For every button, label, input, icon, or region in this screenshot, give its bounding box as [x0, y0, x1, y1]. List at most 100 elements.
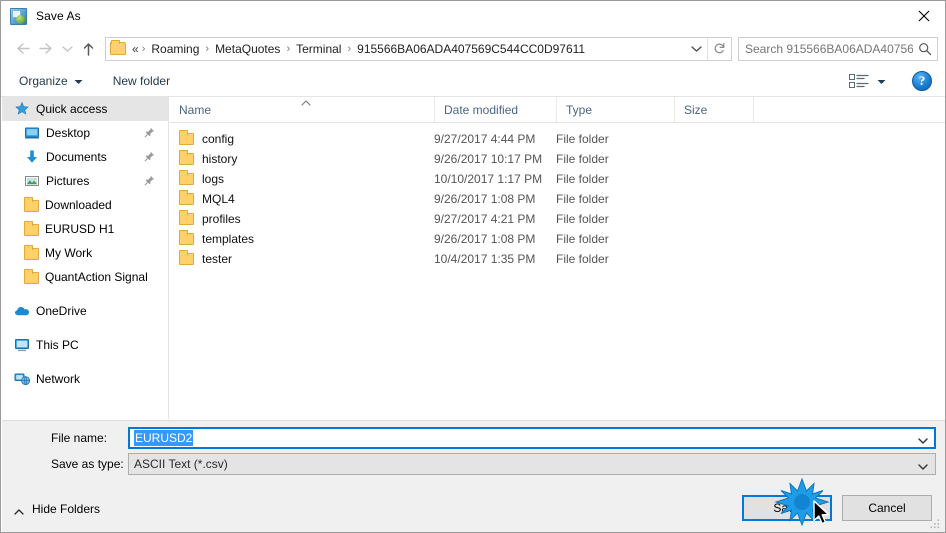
caret-down-icon: [74, 74, 83, 88]
arrow-left-icon: [16, 43, 30, 54]
breadcrumb-terminal[interactable]: Terminal: [293, 38, 344, 60]
pin-icon[interactable]: [144, 175, 155, 186]
table-row[interactable]: history 9/26/2017 10:17 PM File folder: [170, 149, 945, 169]
file-date-cell: 10/10/2017 1:17 PM: [434, 172, 543, 186]
file-name-cell: config: [170, 130, 434, 146]
breadcrumb-separator: ›: [347, 42, 352, 55]
sidebar-item-downloaded[interactable]: Downloaded: [2, 193, 168, 217]
organize-button[interactable]: Organize: [11, 69, 91, 93]
column-header-size[interactable]: Size: [674, 97, 753, 122]
arrow-up-icon: [83, 42, 93, 56]
cancel-button-label: Cancel: [868, 501, 906, 515]
file-name-cell: MQL4: [170, 190, 434, 206]
save-button[interactable]: Save: [742, 495, 832, 521]
file-name-value[interactable]: EURUSD2: [134, 430, 194, 446]
desktop-icon: [24, 125, 40, 141]
breadcrumb-overflow[interactable]: «: [130, 42, 139, 56]
sidebar-item-label: Documents: [46, 150, 107, 164]
file-name-label: MQL4: [202, 192, 235, 206]
up-one-level-button[interactable]: [76, 36, 100, 62]
sidebar-item-documents[interactable]: Documents: [2, 145, 168, 169]
breadcrumb-separator: ›: [205, 42, 210, 55]
resize-grip-icon[interactable]: [929, 517, 941, 529]
new-folder-button[interactable]: New folder: [105, 69, 178, 93]
new-folder-label: New folder: [112, 74, 171, 88]
table-row[interactable]: tester 10/4/2017 1:35 PM File folder: [170, 249, 945, 269]
back-button[interactable]: [10, 36, 34, 62]
file-date-cell: 9/26/2017 1:08 PM: [434, 232, 536, 246]
search-box[interactable]: Search 915566BA06ADA40756...: [738, 36, 938, 61]
search-input[interactable]: Search 915566BA06ADA40756...: [739, 42, 913, 56]
organize-label: Organize: [19, 74, 68, 88]
sidebar-item-label: OneDrive: [36, 304, 87, 318]
sidebar-item-label: This PC: [36, 338, 79, 352]
sidebar-item-label: My Work: [45, 246, 93, 260]
save-as-dialog: Save As « › Roaming › MetaQuotes › Termi…: [0, 0, 946, 533]
sidebar-item-network[interactable]: Network: [2, 367, 168, 391]
recent-locations-button[interactable]: [58, 36, 76, 62]
sidebar-item-onedrive[interactable]: OneDrive: [2, 299, 168, 323]
forward-button[interactable]: [34, 36, 58, 62]
sidebar-item-quick-access[interactable]: Quick access: [2, 97, 168, 121]
file-name-label: logs: [202, 172, 225, 186]
pictures-icon: [24, 173, 40, 189]
save-as-app-icon: [10, 7, 27, 25]
column-header-filler: [753, 97, 945, 122]
sidebar-item-desktop[interactable]: Desktop: [2, 121, 168, 145]
table-row[interactable]: config 9/27/2017 4:44 PM File folder: [170, 129, 945, 149]
file-name-cell: history: [170, 150, 434, 166]
file-date-cell: 9/27/2017 4:44 PM: [434, 132, 536, 146]
hide-folders-button[interactable]: Hide Folders: [13, 502, 100, 516]
sidebar-item-quantaction-signal[interactable]: QuantAction Signal: [2, 265, 168, 289]
table-row[interactable]: logs 10/10/2017 1:17 PM File folder: [170, 169, 945, 189]
close-icon: [918, 10, 930, 22]
column-header-name[interactable]: Name: [170, 97, 434, 122]
chevron-down-icon[interactable]: [916, 459, 930, 470]
file-name-cell: templates: [170, 230, 434, 246]
sidebar-item-pictures[interactable]: Pictures: [2, 169, 168, 193]
pin-icon[interactable]: [144, 151, 155, 162]
chevron-down-icon: [61, 45, 73, 52]
caret-up-icon: [13, 505, 25, 515]
address-bar[interactable]: « › Roaming › MetaQuotes › Terminal › 91…: [105, 36, 732, 61]
folder-icon: [179, 190, 194, 205]
file-name-label: profiles: [202, 212, 241, 226]
pin-icon[interactable]: [144, 127, 155, 138]
search-button[interactable]: [913, 42, 937, 56]
sidebar-item-my-work[interactable]: My Work: [2, 241, 168, 265]
file-date-cell: 9/26/2017 1:08 PM: [434, 192, 536, 206]
close-button[interactable]: [901, 1, 945, 31]
change-view-button[interactable]: [845, 69, 890, 93]
breadcrumb-roaming[interactable]: Roaming: [148, 38, 202, 60]
sidebar-item-label: EURUSD H1: [45, 222, 115, 236]
breadcrumb-terminal-id[interactable]: 915566BA06ADA407569C544CC0D97611: [354, 38, 588, 60]
file-name-label: tester: [202, 252, 233, 266]
file-name-label: File name:: [51, 431, 108, 445]
address-dropdown-button[interactable]: [685, 38, 707, 60]
folder-icon: [24, 245, 39, 260]
refresh-button[interactable]: [707, 37, 731, 60]
table-row[interactable]: profiles 9/27/2017 4:21 PM File folder: [170, 209, 945, 229]
file-name-input[interactable]: EURUSD2: [128, 427, 936, 449]
column-header-date-modified[interactable]: Date modified: [434, 97, 556, 122]
save-as-type-value: ASCII Text (*.csv): [134, 457, 228, 471]
table-row[interactable]: templates 9/26/2017 1:08 PM File folder: [170, 229, 945, 249]
sidebar-item-this-pc[interactable]: This PC: [2, 333, 168, 357]
breadcrumb-metaquotes[interactable]: MetaQuotes: [212, 38, 283, 60]
save-as-type-select[interactable]: ASCII Text (*.csv): [128, 453, 936, 475]
breadcrumb-separator: ›: [286, 42, 291, 55]
file-rows: config 9/27/2017 4:44 PM File folder his…: [170, 123, 945, 269]
table-row[interactable]: MQL4 9/26/2017 1:08 PM File folder: [170, 189, 945, 209]
cancel-button[interactable]: Cancel: [842, 495, 932, 521]
file-name-label: templates: [202, 232, 255, 246]
file-type-cell: File folder: [556, 212, 609, 226]
caret-down-icon: [877, 72, 886, 90]
file-type-cell: File folder: [556, 192, 609, 206]
file-name-label: config: [202, 132, 235, 146]
chevron-down-icon[interactable]: [916, 433, 930, 444]
column-header-type[interactable]: Type: [556, 97, 674, 122]
chevron-down-icon: [690, 45, 702, 52]
help-button[interactable]: ?: [912, 71, 932, 91]
sidebar-item-eurusd-h1[interactable]: EURUSD H1: [2, 217, 168, 241]
